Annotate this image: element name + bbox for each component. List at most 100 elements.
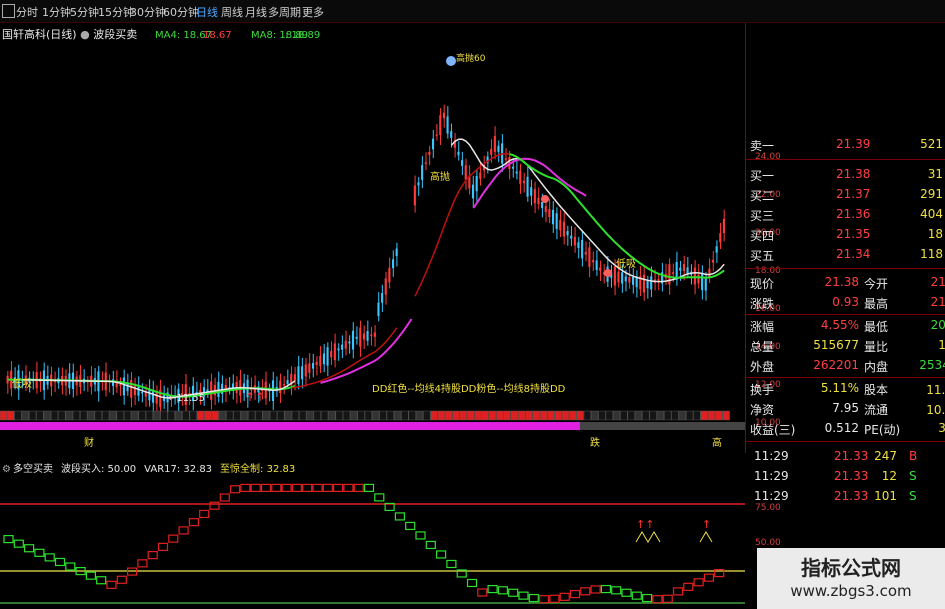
signal-cell — [14, 410, 22, 421]
osc-step — [538, 595, 550, 604]
signal-cell — [182, 410, 190, 421]
signal-cell — [569, 410, 577, 421]
signal-cell — [678, 410, 686, 421]
tab-10[interactable]: 更多 — [302, 4, 324, 20]
osc-step — [116, 575, 127, 584]
osc-step — [693, 578, 704, 587]
signal-cell — [518, 410, 526, 421]
signal-cell — [693, 410, 701, 421]
bid-row[interactable]: 买三 21.36 404 — [746, 205, 945, 225]
up-arrow: ↑↑ — [636, 518, 654, 531]
candle-body — [671, 272, 675, 274]
bid-row[interactable]: 买二 21.37 291 — [746, 185, 945, 205]
signal-cell — [598, 410, 606, 421]
low-price-label: ←11.55 — [168, 393, 205, 404]
quote-panel: 卖一 21.39 521 买一 21.38 31 买二 21.37 291 买三 21.36 404 买… — [746, 135, 945, 605]
indicator-chart[interactable]: ↑↑ ↑ — [0, 470, 745, 609]
osc-step — [652, 595, 663, 604]
peak-marker — [446, 56, 456, 66]
tab-1[interactable]: 1分钟 — [42, 4, 71, 20]
osc-step — [466, 578, 478, 588]
signal-cell — [277, 410, 285, 421]
tab-4[interactable]: 30分钟 — [130, 4, 166, 20]
menu-icon[interactable] — [2, 4, 15, 18]
osc-step — [394, 512, 405, 521]
signal-cell — [685, 410, 694, 421]
bid-row[interactable]: 买四 21.35 18 — [746, 225, 945, 245]
ask-price: 21.39 — [836, 137, 871, 151]
signal-cell — [211, 410, 219, 421]
signal-cell — [36, 410, 44, 421]
tab-2[interactable]: 5分钟 — [70, 4, 99, 20]
tick-row: 11:29 21.33 12 S — [746, 467, 945, 487]
candle-body — [322, 353, 325, 365]
tab-5[interactable]: 60分钟 — [163, 4, 199, 20]
osc-step — [662, 594, 673, 603]
candle-body — [704, 278, 707, 291]
candle-body — [461, 160, 464, 166]
osc-step — [559, 592, 570, 601]
indicator-name[interactable]: 波段买卖 — [93, 28, 137, 41]
candle-body — [337, 348, 340, 351]
signal-cell — [481, 410, 489, 421]
candle-body — [693, 267, 696, 285]
event-label-2: 跌 — [590, 436, 600, 449]
signal-cell — [561, 410, 570, 421]
signal-cell — [269, 410, 278, 421]
osc-step — [322, 483, 333, 492]
ma-white-right — [450, 138, 725, 283]
signal-cell — [167, 410, 175, 421]
quote-label: 最高 — [864, 297, 889, 311]
candle-body — [544, 206, 547, 212]
candle-body — [381, 293, 384, 303]
signal-cell — [204, 410, 212, 421]
quote-label: 流通 — [864, 403, 889, 417]
tab-0[interactable]: 分时 — [16, 4, 38, 20]
candle-body — [344, 340, 347, 349]
candle-body — [646, 281, 649, 289]
ma-value-1: 18.67 — [203, 30, 232, 41]
tab-7[interactable]: 周线 — [221, 4, 243, 20]
signal-cell — [247, 410, 256, 421]
osc-step — [487, 584, 498, 594]
tab-6[interactable]: 日线 — [196, 4, 218, 20]
tab-8[interactable]: 月线 — [245, 4, 267, 20]
signal-cell — [547, 410, 555, 421]
candle-body — [424, 162, 427, 164]
candle-body — [355, 336, 358, 339]
watermark-url: www.zbgs3.com — [790, 582, 912, 600]
ask-row[interactable]: 卖一 21.39 521 — [746, 135, 945, 155]
bid-row[interactable]: 买一 21.38 31 — [746, 165, 945, 185]
signal-cell — [226, 410, 234, 421]
quote-label: 内盘 — [864, 360, 889, 374]
event-label-3: 高 — [712, 436, 722, 449]
signal-cell — [72, 410, 81, 421]
signal-cell — [591, 410, 599, 421]
candle-body — [431, 138, 435, 150]
quote-label: 最低 — [864, 320, 889, 334]
quote-label: 量比 — [864, 340, 889, 354]
buy-marker — [604, 269, 612, 277]
tab-3[interactable]: 15分钟 — [98, 4, 134, 20]
quote-value: 5.11% — [820, 381, 859, 395]
candle-body — [555, 213, 558, 229]
candle-body — [377, 302, 380, 317]
signal-cell — [503, 410, 511, 421]
sub-tick: 50.00 — [755, 538, 781, 548]
tab-9[interactable]: 多周期 — [268, 4, 301, 20]
candle-body — [471, 184, 475, 199]
osc-step — [13, 539, 24, 548]
osc-step — [528, 593, 539, 603]
candle-body — [330, 350, 333, 358]
candle-body — [708, 268, 711, 278]
up-arrow: ↑ — [702, 518, 711, 531]
buy-arrow: ↑↑ — [245, 390, 265, 404]
osc-step — [188, 518, 199, 527]
signal-cell — [364, 410, 373, 421]
peak-label: 高抛60 — [456, 52, 486, 64]
candle-body — [384, 278, 387, 295]
bid-row[interactable]: 买五 21.34 118 — [746, 245, 945, 265]
signal-cell — [671, 410, 679, 421]
candlestick-chart[interactable]: ←11.55DD红色--均线4持股DD粉色--均线8持股DD高抛60高抛低吸低吸… — [0, 23, 745, 453]
signal-cell — [109, 410, 117, 421]
